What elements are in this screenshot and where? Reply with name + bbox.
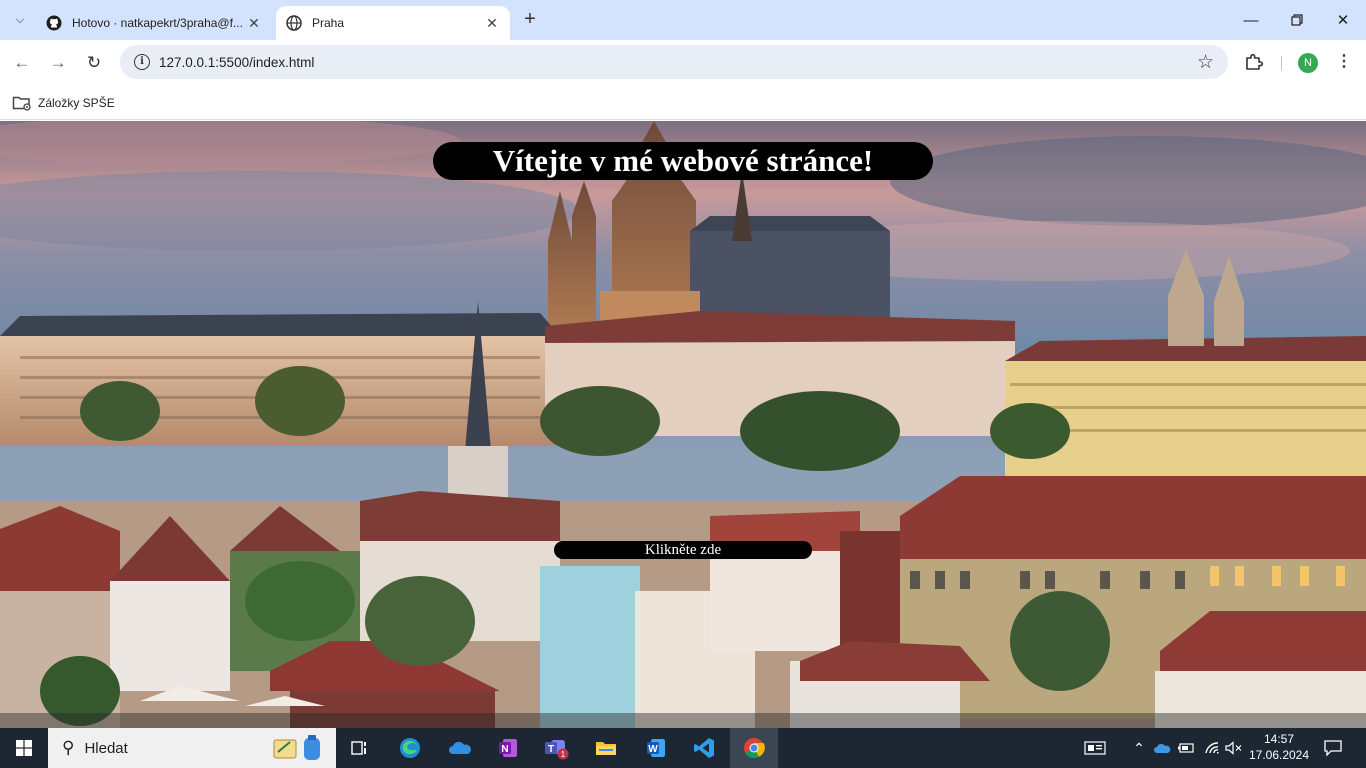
show-hidden-icons-chevron-icon[interactable]: ⌃ <box>1130 728 1148 768</box>
tab-praha[interactable]: Praha ✕ <box>276 6 510 40</box>
close-icon[interactable]: ✕ <box>246 15 262 31</box>
bookmark-label: Záložky SPŠE <box>38 96 115 110</box>
bookmark-star-icon[interactable]: ☆ <box>1197 51 1214 74</box>
windows-taskbar: ⚲ Hledat N T1 W ⌃ 14:57 17.06.2024 <box>0 728 1366 768</box>
onedrive-tray-icon[interactable] <box>1152 728 1172 768</box>
close-window-icon[interactable]: ✕ <box>1320 0 1366 40</box>
tab-title: Praha <box>312 16 345 30</box>
info-icon[interactable]: i <box>134 54 150 70</box>
close-icon[interactable]: ✕ <box>484 15 500 31</box>
windows-start-icon[interactable] <box>0 728 48 768</box>
page-viewport: Vítejte v mé webové stránce! Klikněte zd… <box>0 121 1366 728</box>
menu-kebab-icon[interactable]: ⋮ <box>1336 52 1352 72</box>
tab-strip: ⌵ Hotovo · natkapekrt/3praha@f... ✕ Prah… <box>0 0 1366 40</box>
back-arrow-icon[interactable]: ← <box>10 51 34 75</box>
bookmark-folder-zalozky[interactable]: Záložky SPŠE <box>12 92 115 114</box>
search-highlight-illustration <box>273 735 320 760</box>
restore-icon[interactable] <box>1274 0 1320 40</box>
news-widget-icon[interactable] <box>1080 728 1110 768</box>
taskbar-search-placeholder: Hledat <box>84 739 128 757</box>
clock-time: 14:57 <box>1263 732 1295 746</box>
globe-icon <box>286 15 302 31</box>
volume-muted-icon[interactable] <box>1224 728 1244 768</box>
managed-folder-icon <box>12 95 32 111</box>
toolbar-divider <box>1281 56 1282 71</box>
notifications-icon[interactable] <box>1320 728 1346 768</box>
minimize-icon[interactable]: — <box>1228 0 1274 40</box>
chevron-down-icon: ⌵ <box>15 13 25 26</box>
extensions-puzzle-icon[interactable] <box>1244 52 1264 72</box>
onenote-icon[interactable]: N <box>484 728 532 768</box>
tab-search-button[interactable]: ⌵ <box>8 8 32 32</box>
chrome-icon[interactable] <box>730 728 778 768</box>
onedrive-icon[interactable] <box>436 728 484 768</box>
prague-background-image <box>0 121 1366 728</box>
forward-arrow-icon[interactable]: → <box>46 51 70 75</box>
browser-toolbar: ← → ↻ i 127.0.0.1:5500/index.html ☆ N ⋮ <box>0 40 1366 86</box>
page-title: Vítejte v mé webové stránce! <box>433 142 933 180</box>
teams-icon[interactable]: T1 <box>532 728 580 768</box>
wifi-icon[interactable] <box>1202 728 1222 768</box>
profile-avatar[interactable]: N <box>1298 53 1318 73</box>
vscode-icon[interactable] <box>680 728 728 768</box>
task-view-icon[interactable] <box>336 728 384 768</box>
teams-badge: 1 <box>561 750 566 759</box>
search-icon: ⚲ <box>62 738 75 757</box>
github-icon <box>46 15 62 31</box>
tab-github[interactable]: Hotovo · natkapekrt/3praha@f... ✕ <box>36 6 272 40</box>
taskbar-clock[interactable]: 14:57 17.06.2024 <box>1246 731 1312 763</box>
word-icon[interactable]: W <box>632 728 680 768</box>
battery-icon[interactable] <box>1176 728 1196 768</box>
clock-date: 17.06.2024 <box>1248 748 1310 762</box>
svg-text:N: N <box>501 744 508 755</box>
tab-title: Hotovo · natkapekrt/3praha@f... <box>72 16 243 30</box>
taskbar-search-box[interactable]: ⚲ Hledat <box>48 728 336 768</box>
reload-icon[interactable]: ↻ <box>82 51 106 75</box>
edge-icon[interactable] <box>386 728 434 768</box>
file-explorer-icon[interactable] <box>582 728 630 768</box>
svg-text:T: T <box>548 744 554 755</box>
url-text[interactable]: 127.0.0.1:5500/index.html <box>159 55 314 70</box>
new-tab-button[interactable]: + <box>518 8 542 32</box>
bookmarks-bar: Záložky SPŠE <box>0 86 1366 120</box>
svg-text:W: W <box>648 744 658 755</box>
click-here-button[interactable]: Klikněte zde <box>554 541 812 559</box>
address-bar[interactable]: i 127.0.0.1:5500/index.html ☆ <box>120 45 1228 79</box>
window-controls: — ✕ <box>1228 0 1366 40</box>
